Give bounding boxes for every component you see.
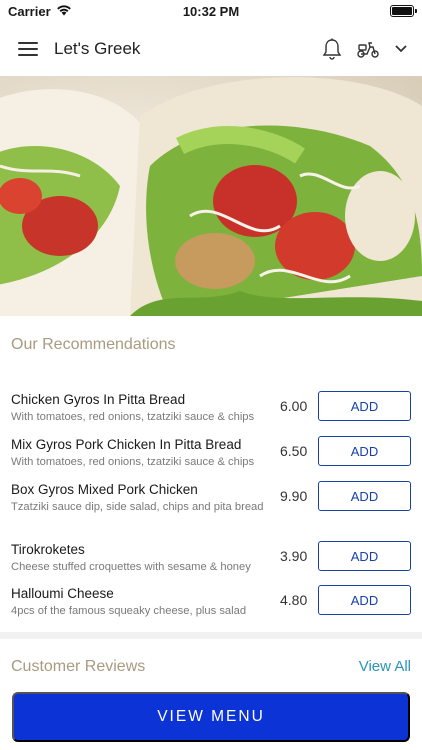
item-price: 9.90: [280, 488, 308, 504]
chevron-down-icon[interactable]: [394, 44, 408, 54]
battery-level: [392, 7, 412, 15]
add-button[interactable]: ADD: [318, 436, 411, 466]
item-price: 6.00: [280, 398, 308, 414]
status-bar: Carrier 10:32 PM: [0, 0, 422, 22]
item-description: 4pcs of the famous squeaky cheese, plus …: [11, 605, 247, 617]
add-button[interactable]: ADD: [318, 585, 411, 615]
item-name: Halloumi Cheese: [11, 586, 114, 601]
section-divider: [0, 632, 422, 639]
add-button[interactable]: ADD: [318, 481, 411, 511]
scooter-icon[interactable]: [356, 39, 380, 59]
item-description: Tzatziki sauce dip, side salad, chips an…: [11, 501, 264, 513]
header-actions: [322, 38, 408, 60]
status-left: Carrier: [8, 4, 72, 19]
item-description: With tomatoes, red onions, tzatziki sauc…: [11, 456, 255, 468]
item-name: Chicken Gyros In Pitta Bread: [11, 392, 186, 407]
item-price: 4.80: [280, 592, 308, 608]
carrier-label: Carrier: [8, 3, 51, 19]
app-title: Let's Greek: [54, 39, 141, 58]
bell-icon[interactable]: [322, 38, 342, 60]
item-description: With tomatoes, red onions, tzatziki sauc…: [11, 411, 255, 423]
view-all-link[interactable]: View All: [359, 658, 411, 675]
item-name: Tirokroketes: [11, 542, 85, 557]
battery-icon: [390, 5, 417, 17]
add-button[interactable]: ADD: [318, 541, 411, 571]
item-price: 3.90: [280, 548, 308, 564]
hamburger-menu-icon[interactable]: [18, 42, 38, 56]
app-header: Let's Greek: [0, 22, 422, 76]
reviews-title: Customer Reviews: [11, 658, 146, 675]
item-name: Box Gyros Mixed Pork Chicken: [11, 482, 198, 497]
item-price: 6.50: [280, 443, 308, 459]
hero-image: [0, 76, 422, 316]
item-description: Cheese stuffed croquettes with sesame & …: [11, 561, 251, 573]
item-name: Mix Gyros Pork Chicken In Pitta Bread: [11, 437, 242, 452]
recommendations-title: Our Recommendations: [11, 336, 176, 353]
add-button[interactable]: ADD: [318, 391, 411, 421]
wifi-icon: [56, 4, 72, 19]
view-menu-button[interactable]: VIEW MENU: [12, 692, 410, 742]
